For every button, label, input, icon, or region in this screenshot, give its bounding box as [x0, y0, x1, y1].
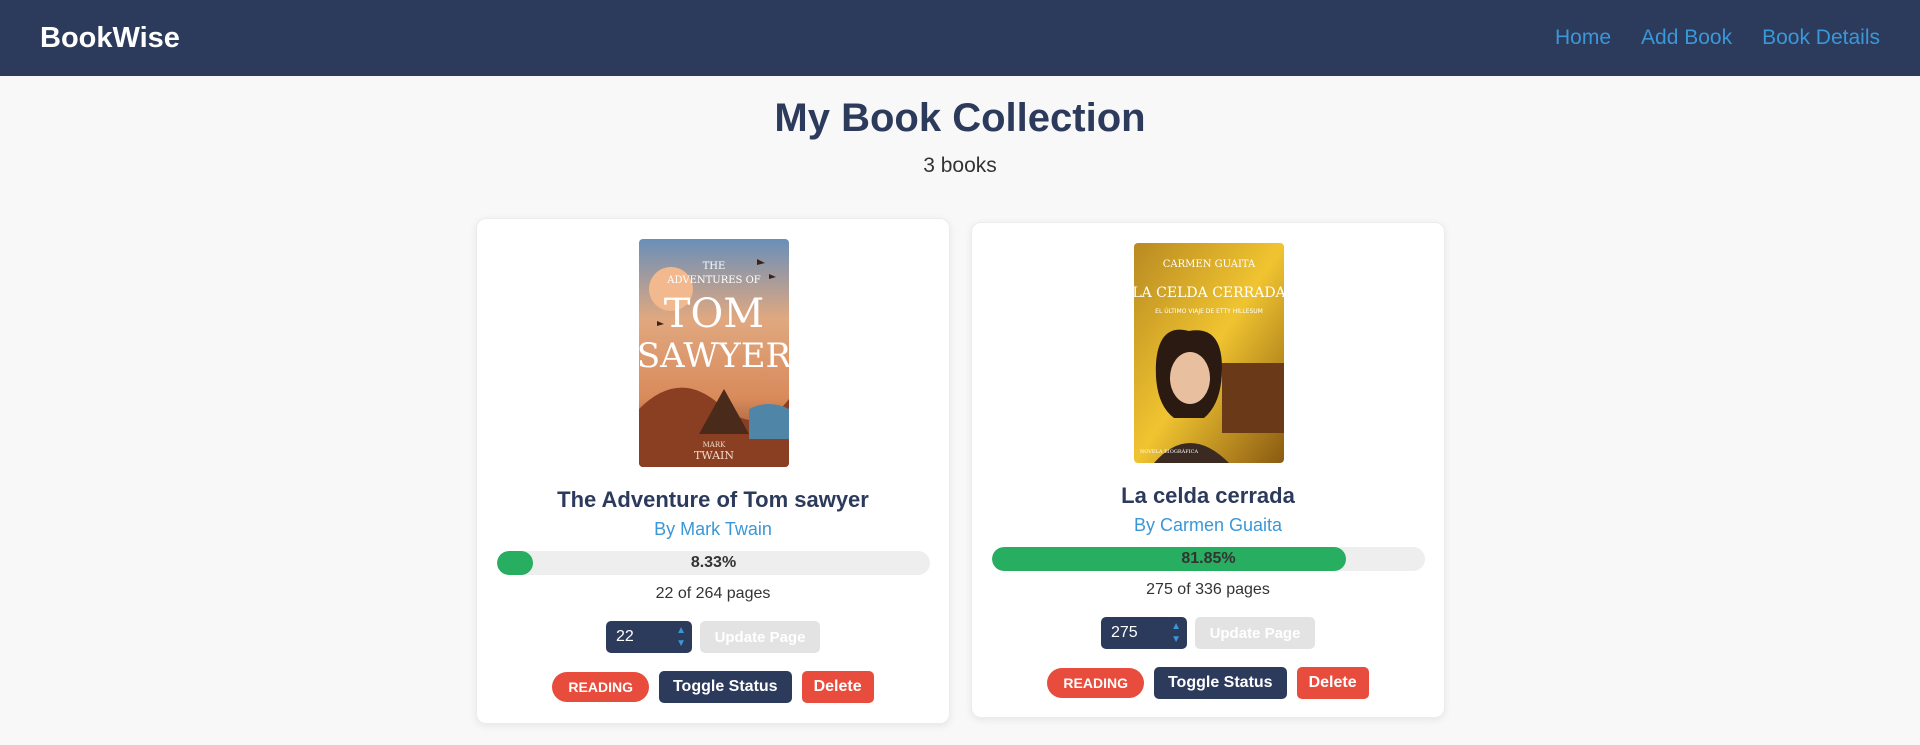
current-page-input[interactable]: 275 ▲ ▼: [1101, 617, 1187, 649]
pages-read-text: 275 of 336 pages: [1146, 581, 1270, 598]
pages-read-text: 22 of 264 pages: [655, 585, 771, 602]
status-badge: READING: [1047, 668, 1144, 698]
book-author: By Carmen Guaita: [1133, 515, 1283, 535]
toggle-status-button[interactable]: Toggle Status: [658, 671, 792, 703]
cover-text: MARK: [703, 441, 726, 449]
nav-links: Home Add Book Book Details: [1555, 26, 1880, 50]
page-update-row: 22 ▲ ▼ Update Page: [477, 621, 949, 653]
status-badge: READING: [552, 672, 649, 702]
nav-link-home[interactable]: Home: [1555, 26, 1611, 50]
progress-label: 8.33%: [690, 554, 737, 571]
current-page-value: 275: [1111, 624, 1138, 641]
delete-button[interactable]: Delete: [801, 671, 874, 703]
book-card: THE ADVENTURES OF TOM SAWYER MARK TWAIN …: [476, 218, 950, 724]
book-cover-image[interactable]: CARMEN GUAITA LA CELDA CERRADA EL ÚLTIMO…: [1134, 243, 1284, 463]
delete-button[interactable]: Delete: [1296, 667, 1369, 699]
cover-text: TOM: [664, 291, 764, 337]
current-page-input[interactable]: 22 ▲ ▼: [606, 621, 692, 653]
action-row: READING Toggle Status Delete: [477, 671, 949, 703]
nav-link-book-details[interactable]: Book Details: [1762, 26, 1880, 50]
book-title: The Adventure of Tom sawyer: [557, 487, 869, 512]
progress-bar: 81.85%: [992, 547, 1425, 571]
cover-text: CARMEN GUAITA: [1163, 259, 1256, 270]
progress-bar: 8.33%: [497, 551, 930, 575]
cover-text: LA CELDA CERRADA: [1134, 285, 1284, 301]
page-update-row: 275 ▲ ▼ Update Page: [972, 617, 1444, 649]
cover-text: THE: [703, 261, 726, 272]
cover-text: EL ÚLTIMO VIAJE DE ETTY HILLESUM: [1155, 308, 1263, 315]
update-page-button[interactable]: Update Page: [700, 621, 820, 653]
book-author: By Mark Twain: [654, 519, 772, 539]
progress-label: 81.85%: [1181, 550, 1236, 567]
spinner-arrows-icon[interactable]: ▲ ▼: [1171, 620, 1181, 646]
update-page-button[interactable]: Update Page: [1195, 617, 1315, 649]
cover-text: NOVELA BIOGRÁFICA: [1140, 448, 1199, 455]
current-page-value: 22: [616, 628, 634, 645]
page-title: My Book Collection: [774, 96, 1146, 140]
spinner-arrows-icon[interactable]: ▲ ▼: [676, 624, 686, 650]
cover-text: ADVENTURES OF: [666, 275, 760, 286]
cover-text: SAWYER: [639, 336, 789, 376]
toggle-status-button[interactable]: Toggle Status: [1153, 667, 1287, 699]
navbar: BookWise Home Add Book Book Details: [0, 0, 1920, 76]
cover-text: TWAIN: [694, 449, 734, 462]
book-card: CARMEN GUAITA LA CELDA CERRADA EL ÚLTIMO…: [971, 222, 1445, 718]
book-title: La celda cerrada: [1121, 483, 1295, 508]
nav-link-add-book[interactable]: Add Book: [1641, 26, 1732, 50]
book-cover-image[interactable]: THE ADVENTURES OF TOM SAWYER MARK TWAIN: [639, 239, 789, 467]
action-row: READING Toggle Status Delete: [972, 667, 1444, 699]
brand-logo[interactable]: BookWise: [40, 22, 180, 55]
book-count: 3 books: [923, 154, 997, 177]
